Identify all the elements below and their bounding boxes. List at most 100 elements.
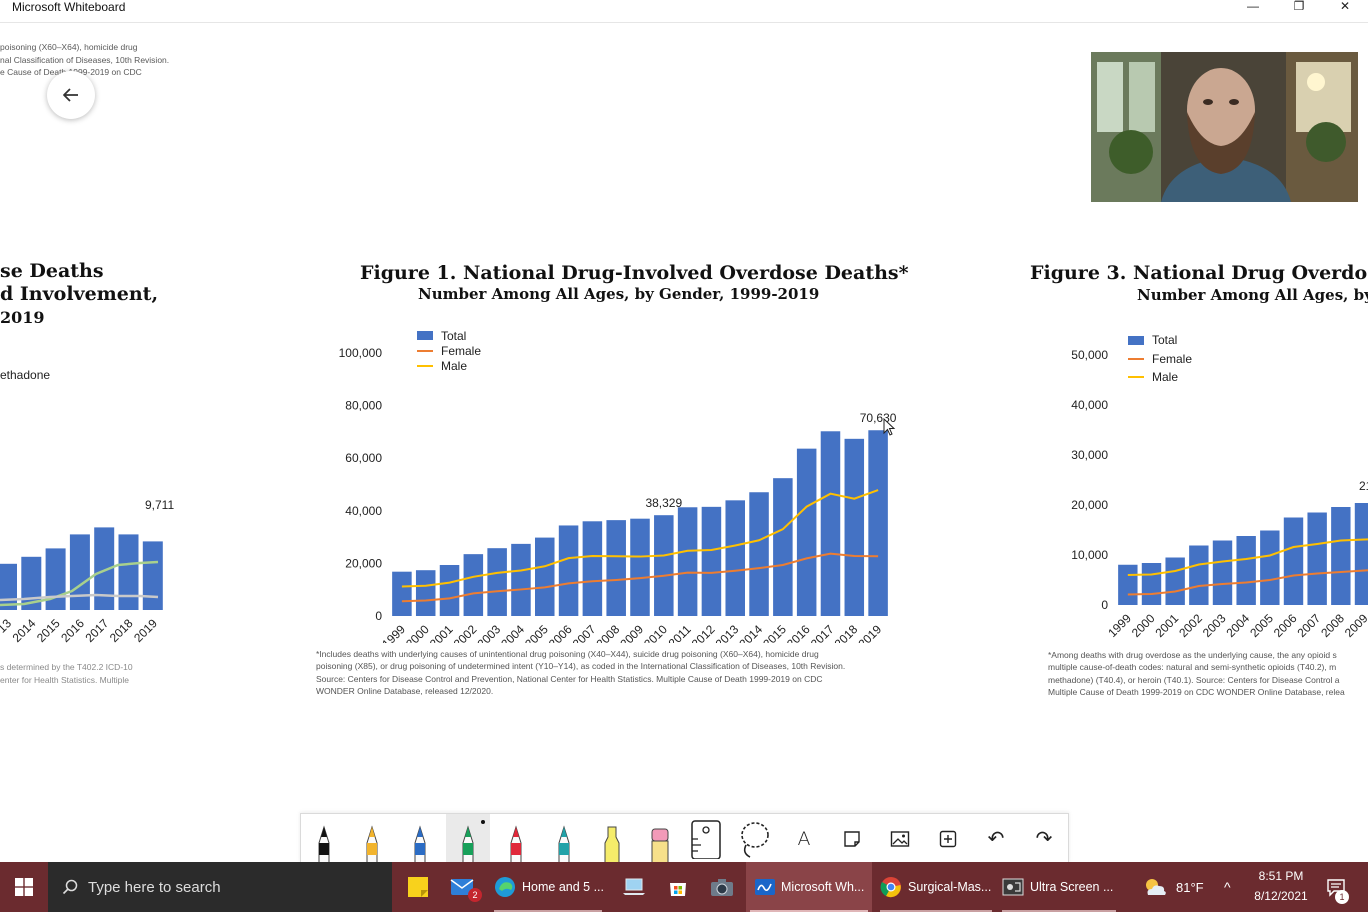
teal-pen-tool[interactable] xyxy=(542,814,586,863)
chevron-up-icon: ^ xyxy=(1224,879,1231,895)
pen-band xyxy=(511,843,521,855)
text-tool[interactable]: A xyxy=(782,814,826,863)
taskbar-store[interactable] xyxy=(658,862,698,912)
legend-label: Total xyxy=(441,328,467,343)
start-button[interactable] xyxy=(0,862,48,912)
figure1-chart: 020,00040,00060,00080,000100,00019992000… xyxy=(339,346,897,643)
y-tick-label: 40,000 xyxy=(345,504,382,518)
taskbar-app-whiteboard[interactable]: Microsoft Wh... xyxy=(746,862,872,912)
camera-icon xyxy=(711,879,733,896)
image-icon xyxy=(890,830,910,847)
bar-total xyxy=(69,534,90,610)
clock-time: 8:51 PM xyxy=(1258,869,1304,883)
yellow-pen-icon xyxy=(366,825,378,863)
legend-label: Total xyxy=(1152,333,1178,348)
legend-item-female: Female xyxy=(1128,350,1192,369)
x-tick-label: 2006 xyxy=(1271,611,1300,640)
bar-total xyxy=(725,500,745,616)
legend-item-male: Male xyxy=(417,358,481,373)
blue-pen-tool[interactable] xyxy=(398,814,442,863)
bar-total xyxy=(701,506,722,616)
bar-total xyxy=(654,515,674,616)
black-pen-tool[interactable] xyxy=(302,814,346,863)
taskbar-camera[interactable] xyxy=(702,862,742,912)
taskbar-desktop-app[interactable] xyxy=(614,862,654,912)
highlighter-tool[interactable] xyxy=(590,814,634,863)
selected-indicator-dot xyxy=(481,820,485,824)
bar-total xyxy=(630,518,650,616)
weather-widget[interactable]: 81°F xyxy=(1142,862,1204,912)
show-hidden-icons-button[interactable]: ^ xyxy=(1224,862,1231,912)
close-button[interactable]: ✕ xyxy=(1322,0,1368,14)
x-tick-label: 2007 xyxy=(1295,611,1324,640)
footnote-line: Multiple Cause of Death 1999-2019 on CDC… xyxy=(1048,686,1345,697)
bar-total xyxy=(582,521,603,616)
text-icon: A xyxy=(797,827,811,850)
bar-total xyxy=(1354,503,1368,605)
footnote-line: WONDER Online Database, released 12/2020… xyxy=(316,685,494,696)
undo-icon: ↶ xyxy=(987,828,1005,850)
y-tick-label: 80,000 xyxy=(345,399,382,413)
bar-total xyxy=(487,548,507,616)
clock-date: 8/12/2021 xyxy=(1254,889,1308,903)
bar-total xyxy=(749,492,769,616)
pen-band xyxy=(463,843,473,855)
red-pen-tool[interactable] xyxy=(494,814,538,863)
y-tick-label: 100,000 xyxy=(339,346,383,360)
insert-tool[interactable] xyxy=(926,814,970,863)
bar-total xyxy=(677,507,698,616)
legend-swatch xyxy=(1128,376,1144,379)
taskbar-app-chrome[interactable]: Surgical-Mas... xyxy=(876,862,996,912)
redo-button[interactable]: ↷ xyxy=(1022,814,1066,863)
whiteboard-canvas[interactable]: poisoning (X60–X64), homicide drug nal C… xyxy=(0,23,1368,863)
edge-icon xyxy=(495,877,515,897)
legend-swatch xyxy=(417,364,433,367)
taskbar-search-box[interactable]: Type here to search xyxy=(48,862,392,912)
undo-button[interactable]: ↶ xyxy=(974,814,1018,863)
bar-total xyxy=(392,571,412,616)
bar-total xyxy=(0,563,17,610)
taskbar-mail[interactable]: 2 xyxy=(442,862,482,912)
ruler-tool[interactable] xyxy=(684,814,728,863)
taskbar-app-ultra-screen[interactable]: Ultra Screen ... xyxy=(998,862,1120,912)
left-partial-chart: 9,71113201420152016201720182019 xyxy=(0,498,174,643)
y-tick-label: 0 xyxy=(1101,598,1108,612)
action-center-button[interactable]: 1 xyxy=(1326,862,1349,912)
pen-band xyxy=(319,843,329,855)
data-label: 9,711 xyxy=(145,498,174,512)
sticky-note-icon xyxy=(844,830,860,847)
taskbar-sticky-notes[interactable] xyxy=(398,862,438,912)
green-pen-tool[interactable] xyxy=(446,814,490,863)
legend-swatch xyxy=(1128,335,1144,345)
bar-total xyxy=(1307,512,1327,605)
back-button[interactable] xyxy=(47,71,95,119)
taskbar-clock[interactable]: 8:51 PM 8/12/2021 xyxy=(1246,866,1316,906)
sticky-note-tool[interactable] xyxy=(830,814,874,863)
bar-total xyxy=(1118,564,1138,605)
pen-tip xyxy=(561,827,567,837)
minimize-button[interactable]: — xyxy=(1230,0,1276,14)
bar-total xyxy=(1189,545,1209,605)
bar-total xyxy=(820,431,841,616)
y-tick-label: 0 xyxy=(375,609,382,623)
y-tick-label: 40,000 xyxy=(1071,398,1108,412)
chrome-icon xyxy=(880,877,901,898)
taskbar-app-label: Home and 5 ... xyxy=(522,880,604,894)
eraser-tool[interactable] xyxy=(638,814,682,863)
footnote-line: Source: Centers for Disease Control and … xyxy=(316,673,823,684)
legend-swatch xyxy=(1128,357,1144,360)
bar-total xyxy=(1331,507,1351,605)
figure1-legend: Total Female Male xyxy=(417,328,481,373)
pen-band xyxy=(559,843,569,855)
restore-button[interactable]: ❐ xyxy=(1276,0,1322,14)
screen-recorder-icon xyxy=(1002,878,1024,896)
x-tick-label: 2015 xyxy=(34,616,63,643)
yellow-pen-tool[interactable] xyxy=(350,814,394,863)
lasso-select-tool[interactable] xyxy=(733,814,777,863)
taskbar-app-edge[interactable]: Home and 5 ... xyxy=(490,862,606,912)
legend-label: Male xyxy=(1152,370,1179,385)
y-tick-label: 20,000 xyxy=(1071,498,1108,512)
figure3-subtitle: Number Among All Ages, by xyxy=(1137,286,1368,304)
image-tool[interactable] xyxy=(878,814,922,863)
blue-pen-icon xyxy=(414,825,426,863)
